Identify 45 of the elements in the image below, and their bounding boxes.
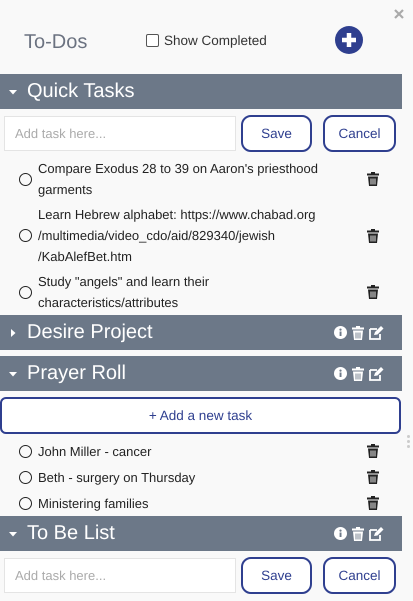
section-title[interactable]: Quick Tasks xyxy=(27,80,402,103)
info-icon[interactable] xyxy=(334,326,347,339)
checkbox[interactable] xyxy=(146,34,159,46)
task-radio[interactable] xyxy=(19,172,32,186)
trash-icon[interactable] xyxy=(367,444,379,458)
edit-icon[interactable] xyxy=(369,366,384,380)
task-radio[interactable] xyxy=(19,286,32,298)
task-text: Beth - surgery on Thursday xyxy=(38,468,196,487)
section-header[interactable]: Prayer Roll xyxy=(0,356,402,391)
trash-icon[interactable] xyxy=(367,228,379,242)
section-title[interactable]: To Be List xyxy=(27,522,334,545)
task-text: Study "angels" and learn their characteristics/attributes xyxy=(38,273,210,312)
task-radio[interactable] xyxy=(19,470,32,484)
task-radio[interactable] xyxy=(19,229,32,242)
section-title[interactable]: Desire Project xyxy=(27,321,334,344)
section-header[interactable]: To Be List xyxy=(0,516,402,551)
task-text: John Miller - cancer xyxy=(38,442,152,460)
edit-icon[interactable] xyxy=(369,326,384,340)
trash-icon[interactable] xyxy=(367,285,379,299)
resize-grip-icon[interactable] xyxy=(407,435,410,448)
save-button[interactable]: Save xyxy=(241,557,312,594)
cancel-button[interactable]: Cancel xyxy=(323,115,396,152)
task-input-field[interactable]: Add task here... xyxy=(4,116,236,151)
task-radio[interactable] xyxy=(19,444,32,458)
section-title[interactable]: Prayer Roll xyxy=(27,362,334,385)
task-text: Ministering families xyxy=(38,494,150,513)
checkbox-label[interactable]: Show Completed xyxy=(164,32,267,48)
task-input-field[interactable]: Add task here... xyxy=(4,558,236,593)
section-header[interactable]: Quick Tasks xyxy=(0,74,402,109)
edit-icon[interactable] xyxy=(369,526,384,540)
trash-icon[interactable] xyxy=(367,496,379,510)
add-task-button[interactable]: + Add a new task xyxy=(0,397,401,434)
task-text: Learn Hebrew alphabet: https://www.chabad.org /multimedia/video_cdo/aid/829340/jewish /KabAlefBet.htm xyxy=(38,206,317,266)
section-header[interactable]: Desire Project xyxy=(0,315,402,350)
task-text: Compare Exodus 28 to 39 on Aaron's priesthood garments xyxy=(38,160,319,199)
caret-icon[interactable] xyxy=(8,328,18,338)
cancel-button[interactable]: Cancel xyxy=(323,557,396,594)
info-icon[interactable] xyxy=(334,527,347,540)
add-icon[interactable] xyxy=(334,26,363,54)
app-title: To-Dos xyxy=(24,30,88,54)
trash-icon[interactable] xyxy=(367,172,379,186)
info-icon[interactable] xyxy=(334,367,347,380)
task-radio[interactable] xyxy=(19,496,32,510)
save-button[interactable]: Save xyxy=(241,115,312,152)
trash-icon[interactable] xyxy=(367,470,379,484)
